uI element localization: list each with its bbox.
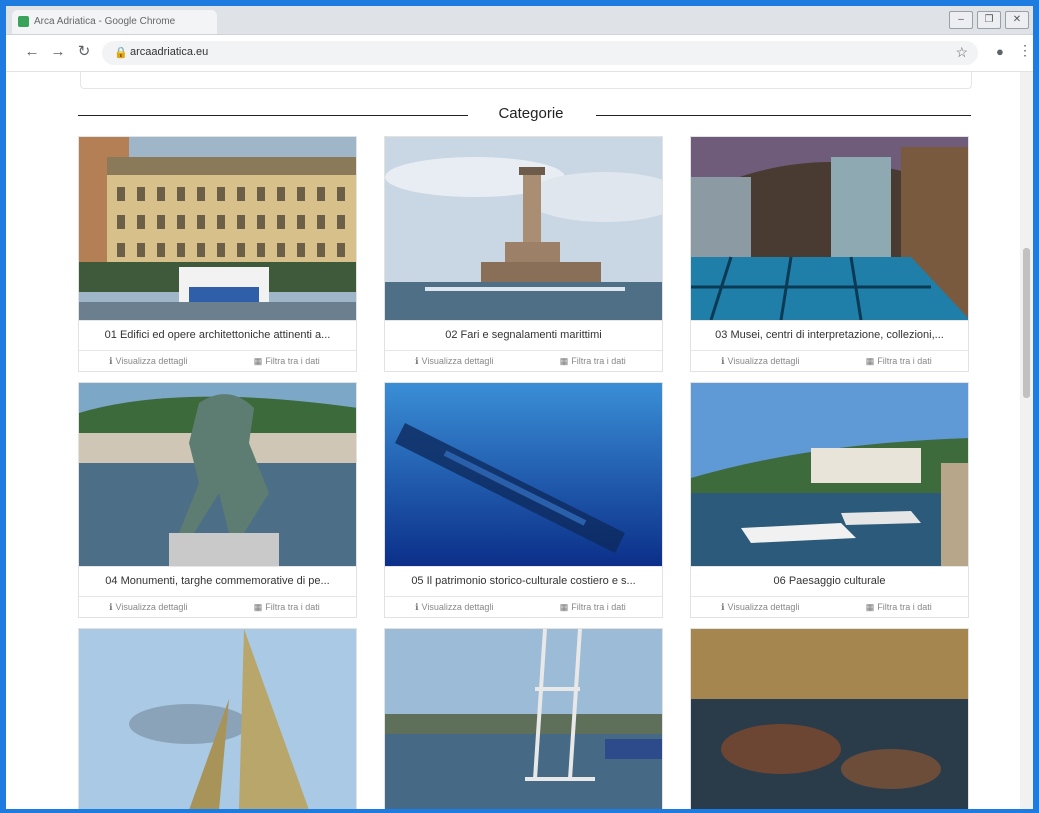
lock-icon: 🔒 (114, 47, 128, 59)
category-image-lighthouse[interactable] (385, 137, 662, 320)
info-icon: ℹ (721, 601, 725, 612)
view-details-link[interactable]: ℹ Visualizza dettagli (691, 597, 830, 617)
top-panel-edge (80, 72, 972, 89)
category-card[interactable] (78, 628, 357, 809)
filter-data-label: Filtra tra i dati (571, 602, 626, 612)
profile-icon[interactable]: ● (996, 44, 1004, 59)
window-controls: – ❐ ✕ (949, 11, 1029, 29)
browser-window: Arca Adriatica - Google Chrome – ❐ ✕ ← →… (6, 6, 1033, 809)
minimize-button[interactable]: – (949, 11, 973, 29)
bookmark-star-icon[interactable]: ☆ (955, 44, 968, 61)
category-card[interactable]: 01 Edifici ed opere architettoniche atti… (78, 136, 357, 372)
table-icon: ▦ (253, 601, 263, 612)
title-bar: Arca Adriatica - Google Chrome – ❐ ✕ (6, 6, 1033, 35)
category-title[interactable]: 06 Paesaggio culturale (691, 566, 968, 596)
table-icon: ▦ (559, 355, 569, 366)
category-card[interactable]: 04 Monumenti, targhe commemorative di pe… (78, 382, 357, 618)
forward-arrow-icon[interactable]: → (48, 42, 68, 62)
category-image-landscape[interactable] (691, 383, 968, 566)
close-button[interactable]: ✕ (1005, 11, 1029, 29)
vertical-scrollbar[interactable] (1020, 72, 1033, 809)
table-icon: ▦ (559, 601, 569, 612)
heading-rule-right (596, 115, 971, 116)
view-details-link[interactable]: ℹ Visualizza dettagli (691, 351, 830, 371)
category-title[interactable]: 01 Edifici ed opere architettoniche atti… (79, 320, 356, 350)
table-icon: ▦ (865, 601, 875, 612)
card-actions: ℹ Visualizza dettagli ▦ Filtra tra i dati (385, 350, 662, 371)
filter-data-link[interactable]: ▦ Filtra tra i dati (830, 597, 969, 617)
maximize-button[interactable]: ❐ (977, 11, 1001, 29)
category-card[interactable] (384, 628, 663, 809)
menu-icon[interactable]: ⋮ (1018, 42, 1032, 59)
filter-data-label: Filtra tra i dati (265, 602, 320, 612)
scrollbar-thumb[interactable] (1023, 248, 1030, 398)
category-card[interactable]: 05 Il patrimonio storico-culturale costi… (384, 382, 663, 618)
back-arrow-icon[interactable]: ← (22, 42, 42, 62)
view-details-label: Visualizza dettagli (421, 356, 494, 366)
view-details-link[interactable]: ℹ Visualizza dettagli (385, 351, 524, 371)
card-actions: ℹ Visualizza dettagli ▦ Filtra tra i dati (79, 596, 356, 617)
category-image-painting[interactable] (691, 629, 968, 809)
view-details-label: Visualizza dettagli (115, 356, 188, 366)
view-details-label: Visualizza dettagli (727, 356, 800, 366)
category-image-monument[interactable] (79, 383, 356, 566)
browser-toolbar: ← → ↻ 🔒 arcaadriatica.eu ☆ ● ⋮ (6, 35, 1033, 72)
category-image-port-cranes[interactable] (385, 629, 662, 809)
category-image-museum[interactable] (691, 137, 968, 320)
section-heading: Categorie (498, 105, 564, 122)
filter-data-label: Filtra tra i dati (265, 356, 320, 366)
page-viewport: Categorie 01 Edifici ed opere architetto… (6, 72, 1033, 809)
view-details-label: Visualizza dettagli (421, 602, 494, 612)
browser-tab[interactable]: Arca Adriatica - Google Chrome (12, 10, 217, 34)
category-image-building[interactable] (79, 137, 356, 320)
filter-data-link[interactable]: ▦ Filtra tra i dati (218, 351, 357, 371)
table-icon: ▦ (253, 355, 263, 366)
view-details-label: Visualizza dettagli (727, 602, 800, 612)
address-bar[interactable]: 🔒 arcaadriatica.eu ☆ (102, 41, 978, 65)
info-icon: ℹ (721, 355, 725, 366)
view-details-link[interactable]: ℹ Visualizza dettagli (79, 351, 218, 371)
category-card[interactable] (690, 628, 969, 809)
reload-icon[interactable]: ↻ (74, 42, 94, 62)
filter-data-link[interactable]: ▦ Filtra tra i dati (830, 351, 969, 371)
info-icon: ℹ (109, 601, 113, 612)
category-card[interactable]: 06 Paesaggio culturale ℹ Visualizza detta… (690, 382, 969, 618)
tab-title: Arca Adriatica - Google Chrome (34, 16, 176, 27)
info-icon: ℹ (109, 355, 113, 366)
card-actions: ℹ Visualizza dettagli ▦ Filtra tra i dati (79, 350, 356, 371)
view-details-link[interactable]: ℹ Visualizza dettagli (79, 597, 218, 617)
info-icon: ℹ (415, 355, 419, 366)
card-actions: ℹ Visualizza dettagli ▦ Filtra tra i dati (691, 350, 968, 371)
filter-data-link[interactable]: ▦ Filtra tra i dati (524, 597, 663, 617)
category-title[interactable]: 03 Musei, centri di interpretazione, col… (691, 320, 968, 350)
heading-rule-left (78, 115, 468, 116)
card-actions: ℹ Visualizza dettagli ▦ Filtra tra i dati (691, 596, 968, 617)
category-image-sailboat[interactable] (79, 629, 356, 809)
url-text: arcaadriatica.eu (130, 46, 209, 58)
category-title[interactable]: 02 Fari e segnalamenti marittimi (385, 320, 662, 350)
category-image-underwater[interactable] (385, 383, 662, 566)
filter-data-label: Filtra tra i dati (877, 602, 932, 612)
table-icon: ▦ (865, 355, 875, 366)
view-details-label: Visualizza dettagli (115, 602, 188, 612)
category-card[interactable]: 03 Musei, centri di interpretazione, col… (690, 136, 969, 372)
info-icon: ℹ (415, 601, 419, 612)
view-details-link[interactable]: ℹ Visualizza dettagli (385, 597, 524, 617)
filter-data-link[interactable]: ▦ Filtra tra i dati (524, 351, 663, 371)
filter-data-label: Filtra tra i dati (877, 356, 932, 366)
filter-data-link[interactable]: ▦ Filtra tra i dati (218, 597, 357, 617)
category-title[interactable]: 04 Monumenti, targhe commemorative di pe… (79, 566, 356, 596)
category-title[interactable]: 05 Il patrimonio storico-culturale costi… (385, 566, 662, 596)
card-actions: ℹ Visualizza dettagli ▦ Filtra tra i dati (385, 596, 662, 617)
site-favicon-icon (18, 16, 29, 27)
category-card[interactable]: 02 Fari e segnalamenti marittimi ℹ Visual… (384, 136, 663, 372)
filter-data-label: Filtra tra i dati (571, 356, 626, 366)
